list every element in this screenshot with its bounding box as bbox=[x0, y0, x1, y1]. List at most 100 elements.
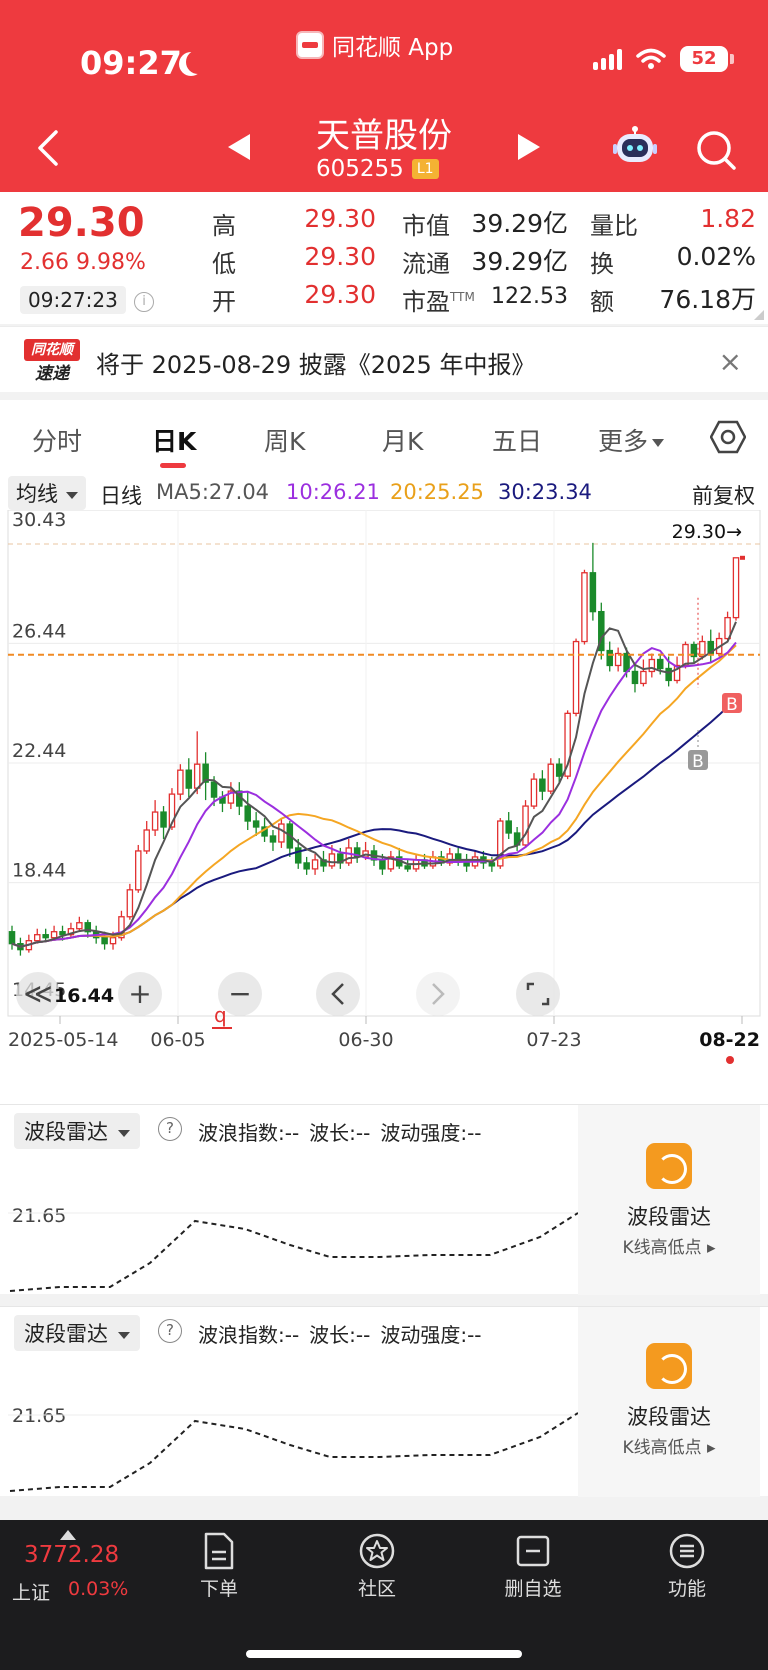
candle-body bbox=[379, 859, 386, 870]
app-badge[interactable]: 同花顺 App bbox=[296, 28, 453, 62]
radar-promo[interactable]: 波段雷达 K线高低点 ▸ bbox=[578, 1307, 760, 1497]
ma-legend: 均线 日线 MA5:27.04 10:26.21 20:25.25 30:23.… bbox=[0, 472, 768, 510]
moon-icon bbox=[186, 50, 210, 74]
radar-app-icon bbox=[646, 1143, 692, 1189]
notice-banner[interactable]: 同花顺 速递 将于 2025-08-29 披露《2025 年中报》 × bbox=[0, 326, 768, 392]
index-name: 上证 bbox=[12, 1582, 51, 1604]
volume-ratio-value: 1.82 bbox=[700, 204, 756, 233]
fullscreen-button[interactable] bbox=[516, 972, 560, 1016]
y-tick-label: 18.44 bbox=[12, 860, 66, 882]
candle-body bbox=[193, 763, 201, 789]
pan-left-button[interactable] bbox=[316, 972, 360, 1016]
app-name: 同花顺 App bbox=[332, 35, 454, 61]
tab-daily-k[interactable]: 日K bbox=[152, 422, 196, 458]
candle-body bbox=[101, 937, 108, 945]
collapse-button-label: ≪ bbox=[23, 977, 52, 1010]
radar-wave-line bbox=[9, 1212, 578, 1292]
volume-ratio-label: 量比 bbox=[590, 212, 638, 240]
next-stock-button[interactable] bbox=[518, 134, 540, 160]
candle-body bbox=[59, 931, 66, 936]
info-icon[interactable]: i bbox=[134, 292, 154, 312]
y-tick-label: 26.44 bbox=[12, 620, 66, 642]
tab-five-day[interactable]: 五日 bbox=[492, 422, 542, 458]
candle-body bbox=[42, 934, 49, 939]
order-doc-icon bbox=[204, 1532, 234, 1570]
expand-corner-icon[interactable] bbox=[754, 310, 764, 320]
pe-value: 122.53 bbox=[491, 284, 568, 309]
adjust-mode[interactable]: 前复权 bbox=[692, 480, 755, 510]
candle-body bbox=[530, 778, 538, 807]
ma30-line bbox=[11, 696, 737, 948]
radar-app-icon bbox=[646, 1343, 692, 1389]
candle-body bbox=[135, 850, 142, 891]
ma10-line bbox=[11, 641, 737, 948]
open-value: 29.30 bbox=[304, 280, 376, 309]
open-label: 开 bbox=[212, 288, 236, 316]
remove-watchlist-icon bbox=[516, 1535, 550, 1567]
candle-body bbox=[143, 829, 150, 852]
close-icon[interactable]: × bbox=[719, 345, 742, 378]
tab-monthly-k[interactable]: 月K bbox=[382, 422, 423, 458]
tab-weekly-k[interactable]: 周K bbox=[264, 422, 305, 458]
nav-remove-watchlist[interactable]: 删自选 bbox=[478, 1532, 588, 1601]
nav-functions[interactable]: 功能 bbox=[632, 1532, 742, 1601]
ai-robot-icon[interactable] bbox=[612, 126, 658, 166]
index-value[interactable]: 3772.28 bbox=[24, 1542, 119, 1568]
ma5-label: MA5:27.04 bbox=[156, 480, 270, 504]
tab-more[interactable]: 更多 bbox=[598, 422, 665, 458]
candle-body bbox=[539, 778, 546, 792]
amount-value: 76.18万 bbox=[659, 285, 756, 314]
candle-body bbox=[648, 658, 656, 673]
y-tick-label: 22.44 bbox=[12, 740, 66, 762]
candle-body bbox=[572, 640, 580, 714]
tab-intraday[interactable]: 分时 bbox=[32, 422, 82, 458]
candlestick-chart[interactable]: 30.4326.4422.4418.4414.4529.30→BB≪+−16.4… bbox=[0, 510, 768, 1104]
candle-body bbox=[278, 823, 285, 843]
high-value: 29.30 bbox=[304, 204, 376, 233]
ma-dropdown[interactable]: 均线 bbox=[8, 476, 86, 510]
candle-body bbox=[631, 670, 639, 685]
last-price-marker bbox=[740, 555, 745, 560]
high-label: 高 bbox=[212, 212, 236, 240]
candle-body bbox=[303, 862, 310, 870]
search-icon[interactable] bbox=[694, 128, 738, 172]
buy-marker-gray-text: B bbox=[692, 752, 704, 772]
settings-hexagon-icon[interactable] bbox=[710, 420, 746, 454]
zoom-out-button-label: − bbox=[228, 977, 251, 1010]
home-indicator bbox=[246, 1650, 522, 1658]
float-label: 流通 bbox=[402, 250, 450, 278]
q-marker: q bbox=[214, 1003, 227, 1027]
float-value: 39.29亿 bbox=[471, 247, 568, 276]
buy-marker-red-text: B bbox=[726, 695, 738, 715]
pan-right-button[interactable] bbox=[416, 972, 460, 1016]
candle-body bbox=[345, 847, 353, 864]
current-price: 29.30 bbox=[18, 200, 145, 246]
active-tab-indicator bbox=[160, 463, 186, 468]
candle-body bbox=[50, 931, 58, 939]
candle-body bbox=[311, 859, 319, 870]
radar-line bbox=[8, 1412, 578, 1492]
kline-chart-panel: 均线 日线 MA5:27.04 10:26.21 20:25.25 30:23.… bbox=[0, 472, 768, 1104]
community-star-icon bbox=[359, 1533, 395, 1569]
low-value: 29.30 bbox=[304, 242, 376, 271]
index-up-icon bbox=[60, 1530, 76, 1540]
radar-promo[interactable]: 波段雷达 K线高低点 ▸ bbox=[578, 1105, 760, 1295]
candle-body bbox=[665, 667, 672, 682]
battery-indicator: 52 bbox=[680, 46, 734, 72]
quote-time: 09:27:23 bbox=[20, 286, 126, 314]
candle-body bbox=[244, 805, 251, 822]
level-badge: L1 bbox=[411, 159, 439, 179]
x-tick-label: 08-22 bbox=[699, 1029, 760, 1051]
turnover-label: 换 bbox=[590, 250, 614, 278]
x-tick-label: 2025-05-14 bbox=[8, 1029, 118, 1051]
period-tabs: 分时 日K 周K 月K 五日 更多 bbox=[0, 400, 768, 472]
nav-community[interactable]: 社区 bbox=[322, 1532, 432, 1601]
x-tick-label: 06-05 bbox=[150, 1029, 205, 1051]
candle-body bbox=[656, 658, 664, 670]
nav-order[interactable]: 下单 bbox=[164, 1532, 274, 1601]
low-price-label: 16.44 bbox=[54, 985, 114, 1007]
candle-body bbox=[269, 835, 277, 843]
low-label: 低 bbox=[212, 250, 236, 278]
index-change: 0.03% bbox=[68, 1578, 129, 1600]
candle-body bbox=[623, 652, 630, 673]
